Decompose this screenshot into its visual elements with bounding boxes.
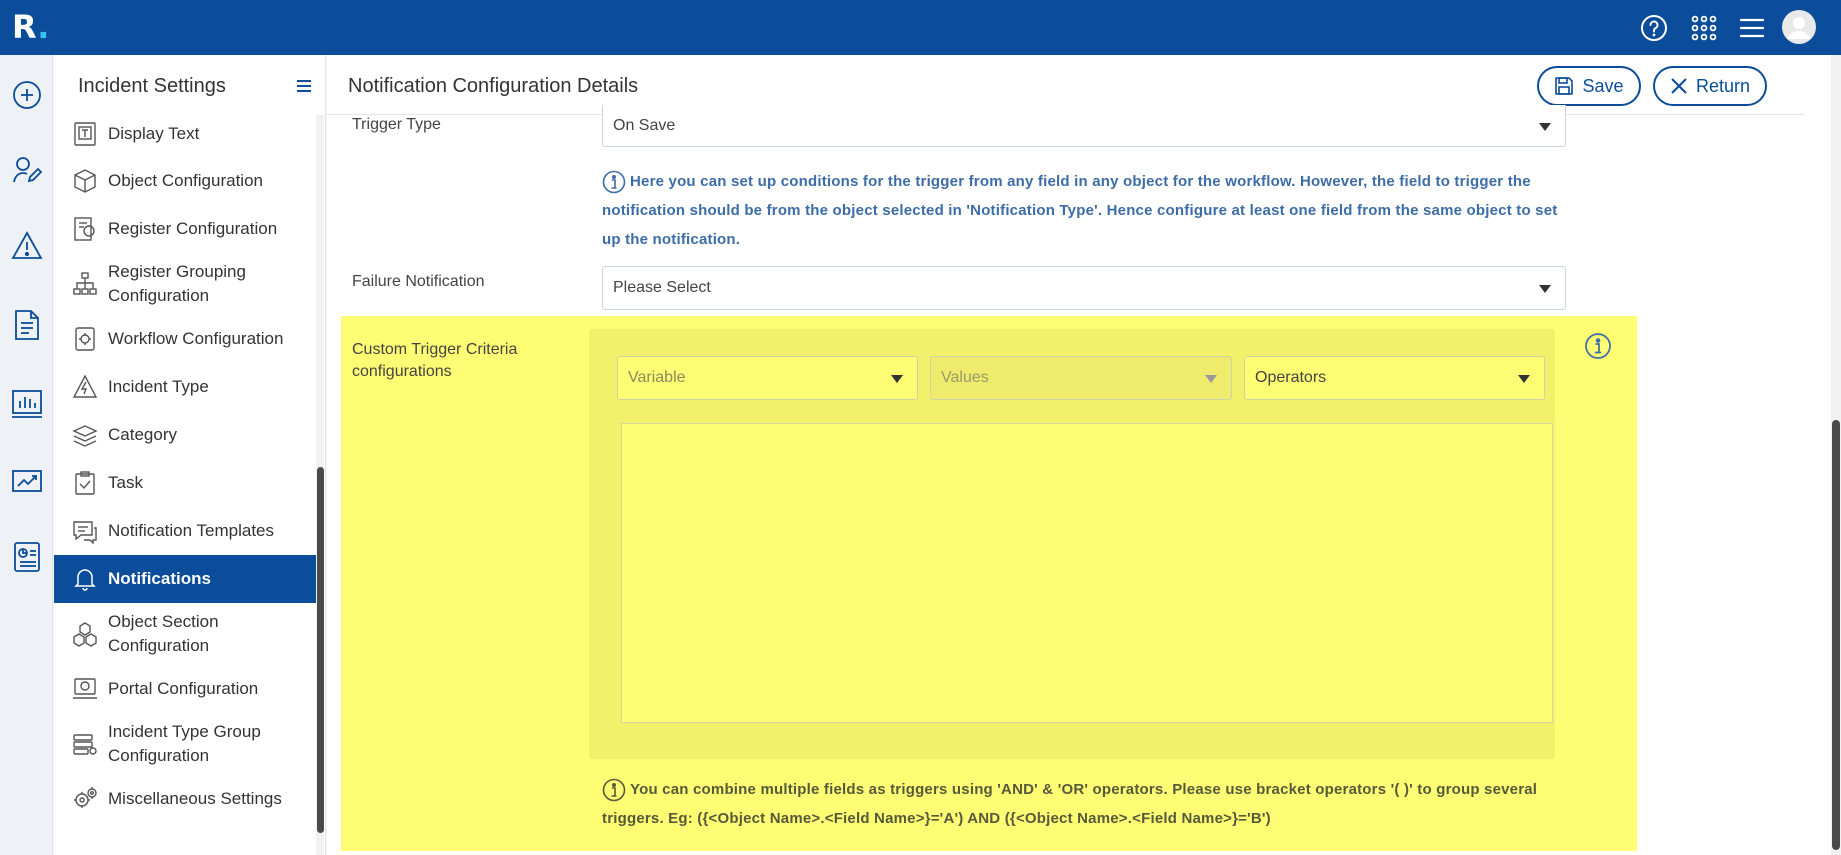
save-button[interactable]: Save [1537, 66, 1641, 106]
sidebar-item-label: Notifications [108, 569, 211, 588]
register-settings-icon [72, 216, 98, 242]
save-icon [1555, 77, 1574, 95]
settings-menu: Display Text Object Configuration Regist… [54, 111, 316, 823]
values-select[interactable]: Values [930, 356, 1232, 400]
add-icon[interactable] [10, 78, 44, 112]
sidebar-item-notification-templates[interactable]: Notification Templates [54, 507, 316, 555]
portal-icon [72, 676, 98, 702]
sidebar-item-object-section-configuration[interactable]: Object Section Configuration [54, 603, 316, 665]
sidebar-item-label: Object Section Configuration [108, 612, 219, 655]
chevron-down-icon [1518, 375, 1530, 383]
sidebar-item-label: Incident Type Group Configuration [108, 722, 261, 765]
bell-icon [72, 566, 98, 592]
hamburger-icon[interactable] [1736, 12, 1768, 44]
page-scrollbar-thumb[interactable] [1832, 420, 1840, 850]
info-icon [602, 778, 626, 802]
trigger-info-text: Here you can set up conditions for the t… [602, 167, 1567, 254]
trigger-type-label: Trigger Type [352, 116, 441, 133]
sidebar-item-label: Incident Type [108, 377, 209, 396]
dashboard-icon[interactable] [10, 387, 44, 421]
failure-notification-value: Please Select [613, 279, 711, 296]
gears-icon [72, 786, 98, 812]
settings-sidebar: Incident Settings Display Text Object Co… [54, 55, 326, 855]
sidebar-item-label: Display Text [108, 124, 200, 143]
sidebar-item-register-configuration[interactable]: Register Configuration [54, 205, 316, 253]
document-icon[interactable] [10, 308, 44, 342]
cube-icon [72, 168, 98, 194]
sidebar-item-label: Task [108, 473, 143, 492]
hierarchy-icon [72, 271, 98, 297]
icon-rail [0, 55, 53, 855]
help-icon[interactable] [1638, 12, 1670, 44]
sidebar-item-label: Register Grouping Configuration [108, 262, 246, 305]
sidebar-item-label: Notification Templates [108, 521, 274, 540]
page-title: Notification Configuration Details [348, 75, 639, 97]
sidebar-item-label: Miscellaneous Settings [108, 789, 282, 808]
sidebar-title: Incident Settings [78, 75, 226, 97]
trigger-type-value: On Save [613, 116, 676, 134]
sidebar-item-object-configuration[interactable]: Object Configuration [54, 157, 316, 205]
warning-icon[interactable] [10, 229, 44, 263]
sidebar-scrollbar-thumb[interactable] [317, 467, 324, 833]
sidebar-item-label: Portal Configuration [108, 679, 259, 698]
user-avatar[interactable] [1782, 10, 1816, 44]
chevron-down-icon [1539, 285, 1551, 293]
user-edit-icon[interactable] [10, 153, 44, 187]
save-button-label: Save [1582, 75, 1624, 96]
sidebar-item-register-grouping-configuration[interactable]: Register Grouping Configuration [54, 253, 316, 315]
failure-notification-select[interactable]: Please Select [602, 266, 1566, 310]
return-button[interactable]: Return [1653, 66, 1767, 106]
trigger-type-select[interactable]: On Save [602, 105, 1566, 147]
operators-help-text: You can combine multiple fields as trigg… [602, 775, 1562, 833]
layers-icon [72, 422, 98, 448]
criteria-expression-textarea[interactable] [621, 423, 1553, 723]
chevron-down-icon [1205, 375, 1217, 383]
workflow-icon [72, 326, 98, 352]
variable-select[interactable]: Variable [617, 356, 918, 400]
incident-type-icon [72, 374, 98, 400]
failure-notification-label: Failure Notification [352, 273, 485, 290]
sidebar-item-notifications[interactable]: Notifications [54, 555, 316, 603]
sidebar-item-label: Category [108, 425, 177, 444]
sidebar-item-incident-type[interactable]: Incident Type [54, 363, 316, 411]
app-logo[interactable]: R. [12, 8, 49, 46]
sidebar-item-display-text[interactable]: Display Text [54, 111, 316, 157]
chevron-down-icon [1539, 122, 1551, 131]
group-settings-icon [72, 731, 98, 757]
sidebar-item-category[interactable]: Category [54, 411, 316, 459]
values-placeholder: Values [941, 369, 989, 386]
close-icon [1671, 78, 1687, 94]
chevron-down-icon [891, 375, 903, 383]
clipboard-check-icon [72, 470, 98, 496]
return-button-label: Return [1695, 75, 1751, 96]
variable-placeholder: Variable [628, 369, 686, 386]
boxes-icon [72, 621, 98, 647]
top-bar: R. [0, 0, 1841, 55]
main-panel: Notification Configuration Details Save … [327, 55, 1841, 855]
sidebar-item-task[interactable]: Task [54, 459, 316, 507]
sidebar-item-label: Register Configuration [108, 219, 278, 238]
report-icon[interactable] [10, 540, 44, 574]
text-field-icon [72, 121, 98, 147]
info-icon[interactable] [1584, 332, 1612, 365]
info-icon [602, 170, 626, 194]
sidebar-collapse-icon[interactable] [296, 79, 316, 95]
operators-placeholder: Operators [1255, 369, 1327, 386]
sidebar-item-label: Object Configuration [108, 171, 263, 190]
analytics-icon[interactable] [10, 465, 44, 499]
sidebar-item-workflow-configuration[interactable]: Workflow Configuration [54, 315, 316, 363]
sidebar-item-label: Workflow Configuration [108, 329, 284, 348]
custom-trigger-label: Custom Trigger Criteria configurations [352, 341, 518, 380]
apps-grid-icon[interactable] [1688, 12, 1720, 44]
sidebar-item-incident-type-group-configuration[interactable]: Incident Type Group Configuration [54, 713, 316, 775]
operators-select[interactable]: Operators [1244, 356, 1545, 400]
sidebar-item-portal-configuration[interactable]: Portal Configuration [54, 665, 316, 713]
sidebar-item-miscellaneous-settings[interactable]: Miscellaneous Settings [54, 775, 316, 823]
message-template-icon [72, 518, 98, 545]
